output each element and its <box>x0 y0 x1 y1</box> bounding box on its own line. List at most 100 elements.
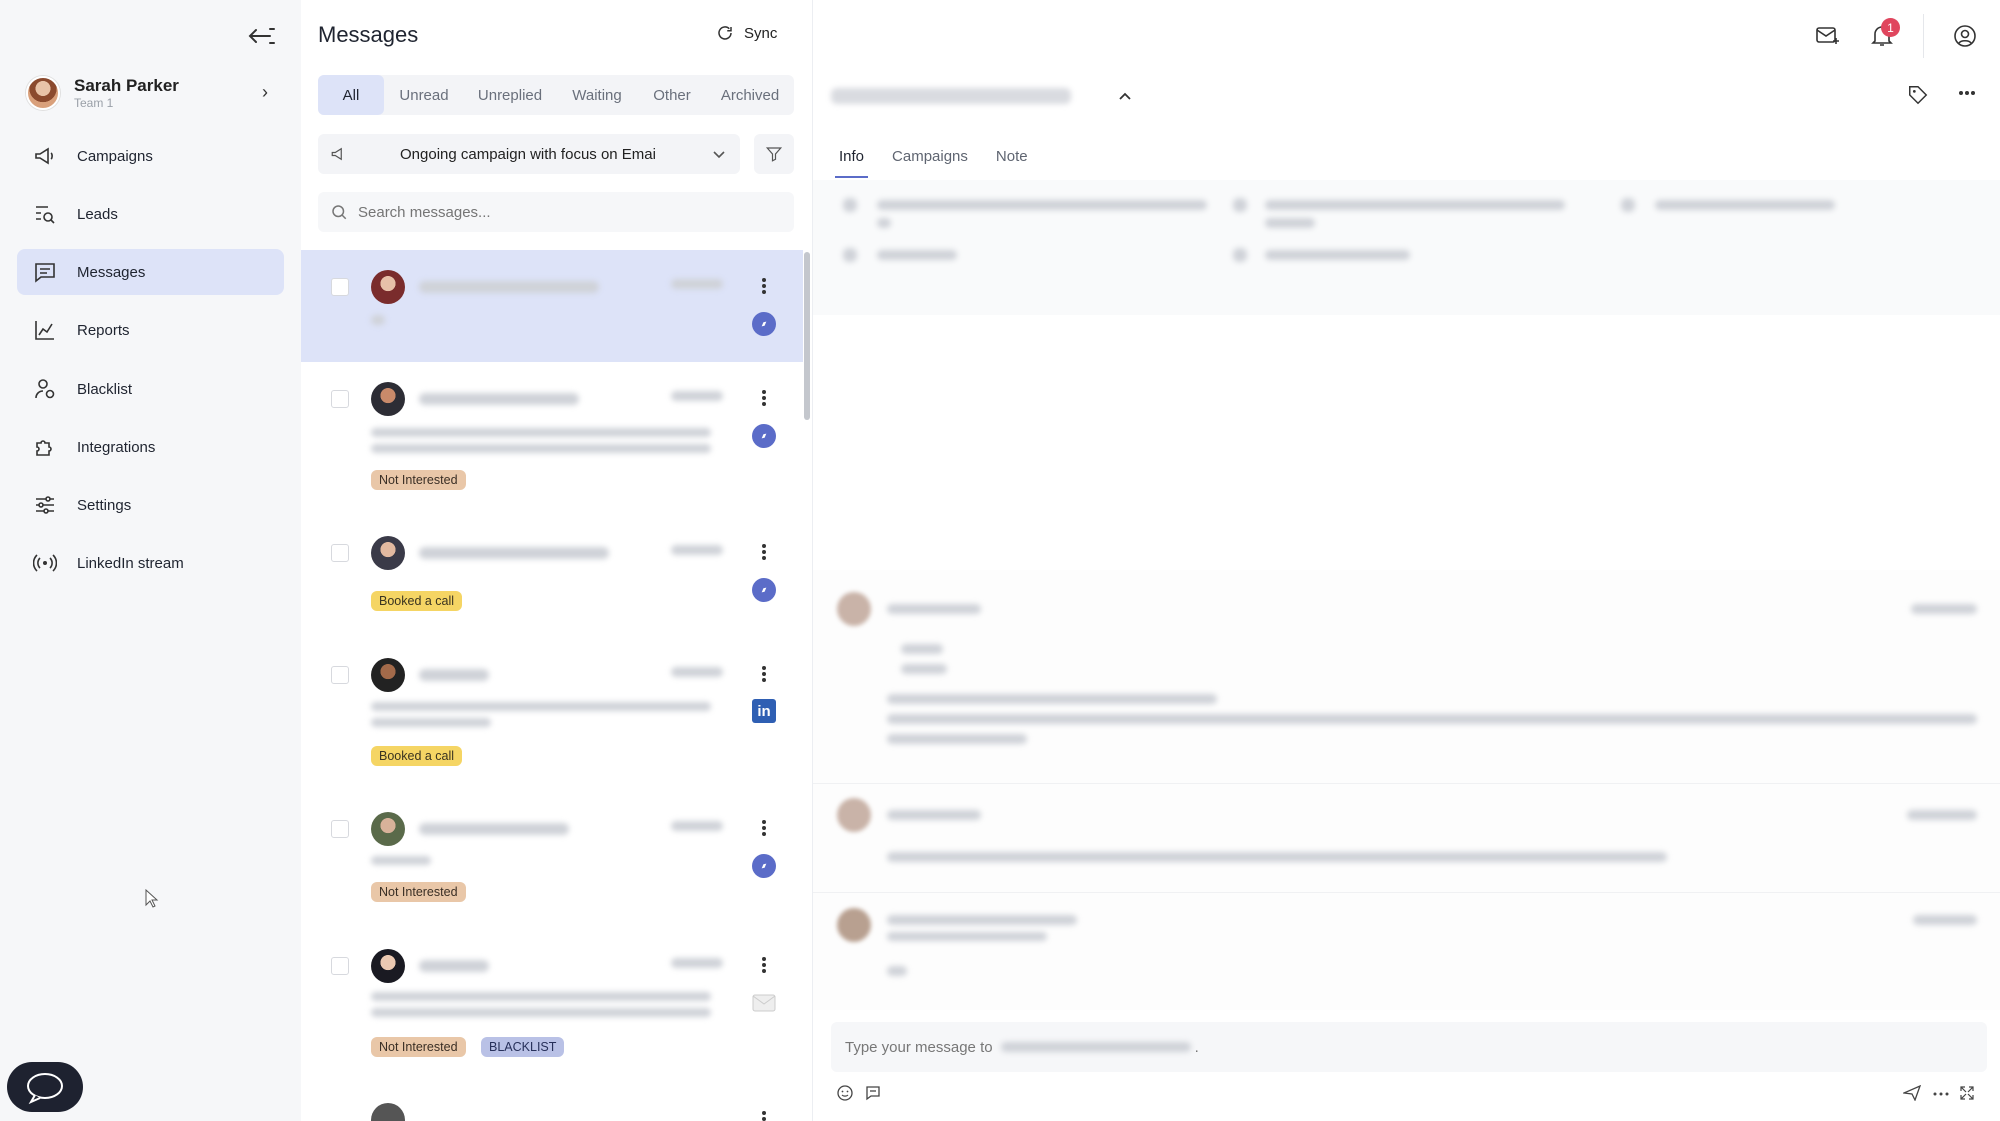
avatar <box>837 908 871 942</box>
collapse-sidebar-icon[interactable] <box>246 24 276 48</box>
tag-icon[interactable] <box>1907 84 1929 106</box>
message-filter-tabs: All Unread Unreplied Waiting Other Archi… <box>318 75 794 115</box>
page-title: Messages <box>318 22 419 47</box>
message-body-redacted <box>887 734 1027 744</box>
expand-icon[interactable] <box>1959 1085 1975 1101</box>
account-icon[interactable] <box>1953 24 1977 48</box>
sidebar-item-label: Campaigns <box>77 147 153 165</box>
more-options-icon[interactable] <box>761 1109 767 1121</box>
conversation-item[interactable] <box>301 250 803 362</box>
sidebar-item-reports[interactable]: Reports <box>17 307 284 353</box>
user-profile[interactable]: Sarah Parker Team 1 › <box>18 68 286 118</box>
conversation-item[interactable]: in Booked a call <box>301 640 803 790</box>
more-options-icon[interactable] <box>761 542 767 562</box>
tab-other[interactable]: Other <box>638 75 706 115</box>
phone-redacted <box>877 250 957 260</box>
tab-archived[interactable]: Archived <box>706 75 794 115</box>
search-input[interactable] <box>358 203 758 221</box>
profile-url-redacted <box>877 218 891 228</box>
message-preview-redacted <box>371 992 711 1001</box>
conversation-item[interactable]: Not Interested BLACKLIST <box>301 930 803 1065</box>
status-badge: Not Interested <box>371 882 466 902</box>
more-options-icon[interactable] <box>761 664 767 684</box>
broadcast-icon <box>33 554 57 572</box>
chat-support-button[interactable] <box>7 1062 83 1112</box>
sidebar-item-settings[interactable]: Settings <box>17 482 284 528</box>
conversation-checkbox[interactable] <box>331 666 349 684</box>
contact-name-redacted <box>419 393 579 405</box>
contact-name-redacted <box>419 823 569 835</box>
sidebar-item-linkedin-stream[interactable]: LinkedIn stream <box>17 540 284 586</box>
conversation-checkbox[interactable] <box>331 957 349 975</box>
compose-mail-icon[interactable] <box>1815 24 1841 48</box>
conversation-item[interactable] <box>301 1095 803 1121</box>
sync-label: Sync <box>744 24 778 42</box>
email-redacted <box>1655 200 1835 210</box>
message-composer[interactable]: Type your message to . <box>831 1022 1987 1072</box>
more-options-icon[interactable] <box>761 276 767 296</box>
more-options-icon[interactable] <box>761 955 767 975</box>
contact-name-redacted <box>831 88 1071 104</box>
timestamp-redacted <box>1913 915 1977 925</box>
sidebar-item-label: Integrations <box>77 438 156 456</box>
notification-badge: 1 <box>1881 18 1900 37</box>
mail-icon <box>752 994 776 1012</box>
send-icon[interactable] <box>1903 1085 1921 1101</box>
sidebar-item-label: Messages <box>77 263 146 281</box>
tab-campaigns[interactable]: Campaigns <box>892 142 968 174</box>
mail-icon <box>1621 198 1635 212</box>
filter-icon <box>765 147 783 162</box>
sidebar-item-blacklist[interactable]: Blacklist <box>17 366 284 412</box>
message-body-redacted <box>901 664 947 674</box>
puzzle-icon <box>36 440 52 456</box>
tab-info[interactable]: Info <box>834 142 869 178</box>
more-options-icon[interactable] <box>761 388 767 408</box>
sidebar-item-integrations[interactable]: Integrations <box>17 424 284 470</box>
tab-unread[interactable]: Unread <box>384 75 464 115</box>
user-name: Sarah Parker <box>74 76 179 95</box>
email-redacted <box>1265 250 1410 260</box>
conversation-item[interactable]: Not Interested <box>301 794 803 914</box>
template-icon[interactable] <box>865 1085 881 1101</box>
compass-icon <box>752 854 776 878</box>
emoji-icon[interactable] <box>837 1085 853 1101</box>
contact-name-redacted <box>419 960 489 972</box>
sidebar-item-label: LinkedIn stream <box>77 554 184 572</box>
linkedin-icon: in <box>752 699 776 723</box>
user-team: Team 1 <box>74 96 114 110</box>
megaphone-icon <box>35 147 53 165</box>
more-options-icon[interactable] <box>1933 1092 1949 1096</box>
compass-icon <box>752 424 776 448</box>
chevron-up-icon[interactable] <box>1117 88 1133 104</box>
sidebar-item-campaigns[interactable]: Campaigns <box>17 133 284 179</box>
sidebar-item-leads[interactable]: Leads <box>17 191 284 237</box>
conversation-checkbox[interactable] <box>331 544 349 562</box>
more-options-icon[interactable] <box>1958 90 1976 96</box>
chevron-right-icon: › <box>262 82 268 102</box>
tab-all[interactable]: All <box>318 75 384 115</box>
compass-icon <box>752 578 776 602</box>
message-preview-redacted <box>371 702 711 711</box>
tab-waiting[interactable]: Waiting <box>556 75 638 115</box>
sidebar-item-messages[interactable]: Messages <box>17 249 284 295</box>
message-list-scrollbar[interactable] <box>804 252 810 420</box>
timestamp-redacted <box>671 391 723 401</box>
tab-note[interactable]: Note <box>996 142 1028 174</box>
status-badge: Booked a call <box>371 591 463 611</box>
sender-name-redacted <box>887 604 981 614</box>
avatar <box>371 949 405 983</box>
avatar <box>371 382 405 416</box>
campaign-select[interactable]: Ongoing campaign with focus on Emai <box>318 134 740 174</box>
divider <box>1923 14 1924 58</box>
conversation-item[interactable]: Not Interested <box>301 362 803 512</box>
conversation-checkbox[interactable] <box>331 390 349 408</box>
sync-button[interactable]: Sync <box>716 24 777 42</box>
more-options-icon[interactable] <box>761 818 767 838</box>
conversation-item[interactable]: Booked a call <box>301 516 803 636</box>
tab-unreplied[interactable]: Unreplied <box>464 75 556 115</box>
conversation-checkbox[interactable] <box>331 278 349 296</box>
chevron-down-icon <box>713 151 725 159</box>
conversation-checkbox[interactable] <box>331 820 349 838</box>
contact-name-redacted <box>419 281 599 293</box>
filter-button[interactable] <box>754 134 794 174</box>
